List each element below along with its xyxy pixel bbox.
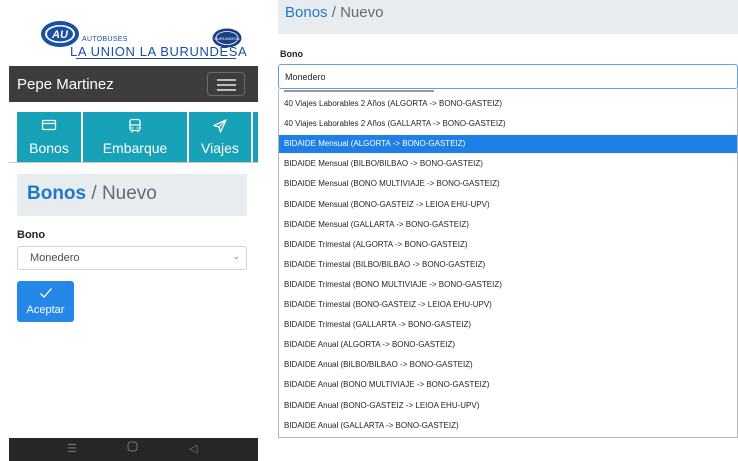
desktop-title-link-bonos[interactable]: Bonos xyxy=(285,4,328,21)
back-icon[interactable]: ◁ xyxy=(189,442,197,455)
menu-bonos-label: Bonos xyxy=(29,140,69,156)
desktop-page-header: Bonos / Nuevo xyxy=(278,0,738,34)
desktop-bono-select[interactable]: Monedero xyxy=(278,64,738,89)
dropdown-option[interactable]: 40 Viajes Laborables 2 Años (ALGORTA -> … xyxy=(279,95,737,113)
menu-viajes-label: Viajes xyxy=(201,140,239,156)
menu-r-label: R xyxy=(253,140,258,156)
burundesa-logo: BURUNDESA xyxy=(212,28,242,48)
user-name: Pepe Martinez xyxy=(17,76,114,93)
desktop-title-separator: / xyxy=(327,4,341,21)
title-current: Nuevo xyxy=(101,183,157,204)
hamburger-icon-line xyxy=(217,89,236,91)
dropdown-option[interactable]: BIDAIDE Trimestal (GALLARTA -> BONO-GAST… xyxy=(279,316,737,334)
dropdown-option[interactable]: 40 Viajes Laborables 2 Años (GALLARTA ->… xyxy=(279,115,737,133)
bono-select[interactable]: Monedero ⌄ xyxy=(17,246,247,270)
dropdown-option[interactable]: BIDAIDE Mensual (BONO-GASTEIZ -> LEIOA E… xyxy=(279,196,737,214)
page-header: Bonos / Nuevo xyxy=(17,174,247,216)
main-menu: Bonos Embarque Viajes R xyxy=(17,112,258,162)
menu-divider xyxy=(9,162,258,163)
dropdown-option[interactable]: BIDAIDE Trimestal (ALGORTA -> BONO-GASTE… xyxy=(279,236,737,254)
desktop-view: Bonos / Nuevo Bono Monedero 40 Viajes La… xyxy=(278,0,738,461)
dropdown-option[interactable]: BIDAIDE Mensual (GALLARTA -> BONO-GASTEI… xyxy=(279,216,737,234)
navbar-toggle-button[interactable] xyxy=(207,72,245,96)
hamburger-icon-line xyxy=(217,84,236,86)
burundesa-logo-text: BURUNDESA xyxy=(214,36,239,41)
dropdown-option[interactable]: BIDAIDE Anual (BONO-GASTEIZ -> LEIOA EHU… xyxy=(279,397,737,415)
home-icon[interactable] xyxy=(127,441,138,455)
desktop-title-current: Nuevo xyxy=(340,4,384,21)
page-title: Bonos / Nuevo xyxy=(27,183,157,205)
accept-button[interactable]: Aceptar xyxy=(17,281,74,322)
desktop-bono-label: Bono xyxy=(280,49,303,59)
dropdown-option[interactable]: BIDAIDE Anual (ALGORTA -> BONO-GASTEIZ) xyxy=(279,336,737,354)
bono-label: Bono xyxy=(17,229,46,241)
menu-icon[interactable]: ☰ xyxy=(67,442,77,455)
menu-r-button[interactable]: R xyxy=(253,112,258,162)
dropdown-option[interactable]: BIDAIDE Anual (BONO MULTIVIAJE -> BONO-G… xyxy=(279,376,737,394)
bono-dropdown-list[interactable]: 40 Viajes Laborables 2 Años (ALGORTA -> … xyxy=(278,89,738,438)
bono-select-value: Monedero xyxy=(30,252,80,264)
menu-viajes-button[interactable]: Viajes xyxy=(189,112,251,162)
brand-sub: AUTOBUSES xyxy=(82,36,128,43)
partial-option-text xyxy=(284,90,434,92)
card-icon xyxy=(17,118,81,137)
brand-underline xyxy=(76,58,236,59)
android-nav-bar: ☰ ◁ xyxy=(9,438,258,461)
brand-header: AU AUTOBUSES LA UNION LA BURUNDESA BURUN… xyxy=(0,0,258,66)
dropdown-option[interactable]: BIDAIDE Trimestal (BONO-GASTEIZ -> LEIOA… xyxy=(279,296,737,314)
hamburger-icon xyxy=(217,79,236,81)
navbar: Pepe Martinez xyxy=(9,66,258,102)
menu-embarque-label: Embarque xyxy=(102,140,168,156)
menu-embarque-button[interactable]: Embarque xyxy=(83,112,187,162)
send-icon xyxy=(189,118,251,139)
dropdown-option[interactable]: BIDAIDE Mensual (BILBO/BILBAO -> BONO-GA… xyxy=(279,155,737,173)
desktop-page-title: Bonos / Nuevo xyxy=(285,4,383,21)
dropdown-option[interactable]: BIDAIDE Trimestal (BONO MULTIVIAJE -> BO… xyxy=(279,276,737,294)
check-icon xyxy=(17,286,74,304)
accept-label: Aceptar xyxy=(26,304,65,316)
dropdown-option[interactable]: BIDAIDE Anual (GALLARTA -> BONO-GASTEIZ) xyxy=(279,417,737,435)
dropdown-option-selected[interactable]: BIDAIDE Mensual (ALGORTA -> BONO-GASTEIZ… xyxy=(279,135,737,154)
title-separator: / xyxy=(86,183,102,204)
dropdown-option[interactable]: BIDAIDE Mensual (BONO MULTIVIAJE -> BONO… xyxy=(279,175,737,193)
au-logo-text: AU xyxy=(51,29,69,41)
mobile-view: AU AUTOBUSES LA UNION LA BURUNDESA BURUN… xyxy=(0,0,258,461)
bus-icon xyxy=(83,118,187,139)
title-link-bonos[interactable]: Bonos xyxy=(27,183,86,204)
dropdown-option[interactable]: BIDAIDE Anual (BILBO/BILBAO -> BONO-GAST… xyxy=(279,356,737,374)
menu-bonos-button[interactable]: Bonos xyxy=(17,112,81,162)
desktop-bono-select-value: Monedero xyxy=(285,72,326,82)
dropdown-option[interactable]: BIDAIDE Trimestal (BILBO/BILBAO -> BONO-… xyxy=(279,256,737,274)
chevron-down-icon: ⌄ xyxy=(232,251,240,261)
